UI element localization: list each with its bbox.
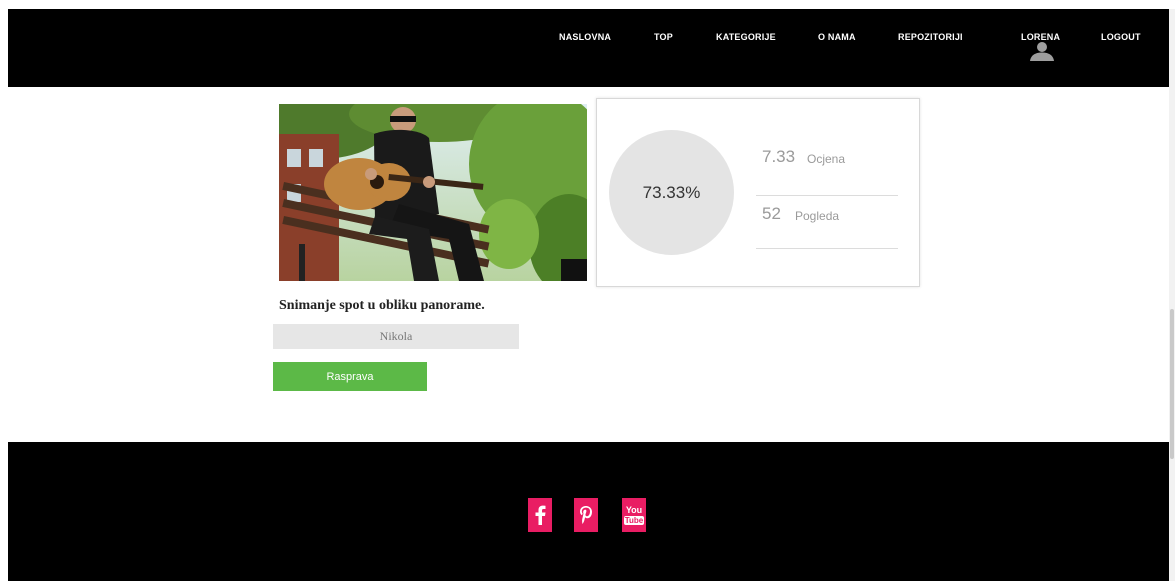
rating-label: Ocjena [807, 152, 846, 166]
youtube-text-top: You [625, 504, 643, 515]
scrollbar-thumb[interactable] [1170, 309, 1174, 459]
nav-logout[interactable]: LOGOUT [1101, 32, 1141, 42]
score-percent: 73.33% [642, 182, 701, 202]
footer: You Tube [8, 442, 1169, 581]
header-bar: NASLOVNA TOP KATEGORIJE O NAMA REPOZITOR… [8, 9, 1169, 87]
nav-top[interactable]: TOP [654, 32, 673, 42]
views-label: Pogleda [795, 209, 840, 223]
video-title: Snimanje spot u obliku panorame. [279, 298, 485, 313]
rating-value: 7.33 [762, 147, 796, 166]
facebook-icon[interactable] [528, 498, 552, 532]
views-value: 52 [762, 204, 781, 223]
views-row: 52 Pogleda [756, 196, 898, 249]
pinterest-icon[interactable] [574, 498, 598, 532]
author-name[interactable]: Nikola [273, 324, 519, 349]
stats-card: 73.33% 7.33 Ocjena 52 Pogleda [596, 98, 920, 287]
scrollbar[interactable] [1169, 9, 1175, 581]
score-circle: 73.33% [609, 130, 734, 255]
youtube-icon[interactable]: You Tube [622, 498, 646, 532]
user-icon[interactable] [1029, 41, 1055, 61]
nav-repozitoriji[interactable]: REPOZITORIJI [898, 32, 963, 42]
nav-naslovna[interactable]: NASLOVNA [559, 32, 611, 42]
nav-kategorije[interactable]: KATEGORIJE [716, 32, 776, 42]
discussion-button[interactable]: Rasprava [273, 362, 427, 391]
youtube-text-bottom: Tube [623, 515, 645, 525]
page: NASLOVNA TOP KATEGORIJE O NAMA REPOZITOR… [8, 9, 1169, 581]
video-thumbnail[interactable] [279, 104, 587, 281]
rating-row: 7.33 Ocjena [756, 143, 898, 196]
nav-o-nama[interactable]: O NAMA [818, 32, 856, 42]
